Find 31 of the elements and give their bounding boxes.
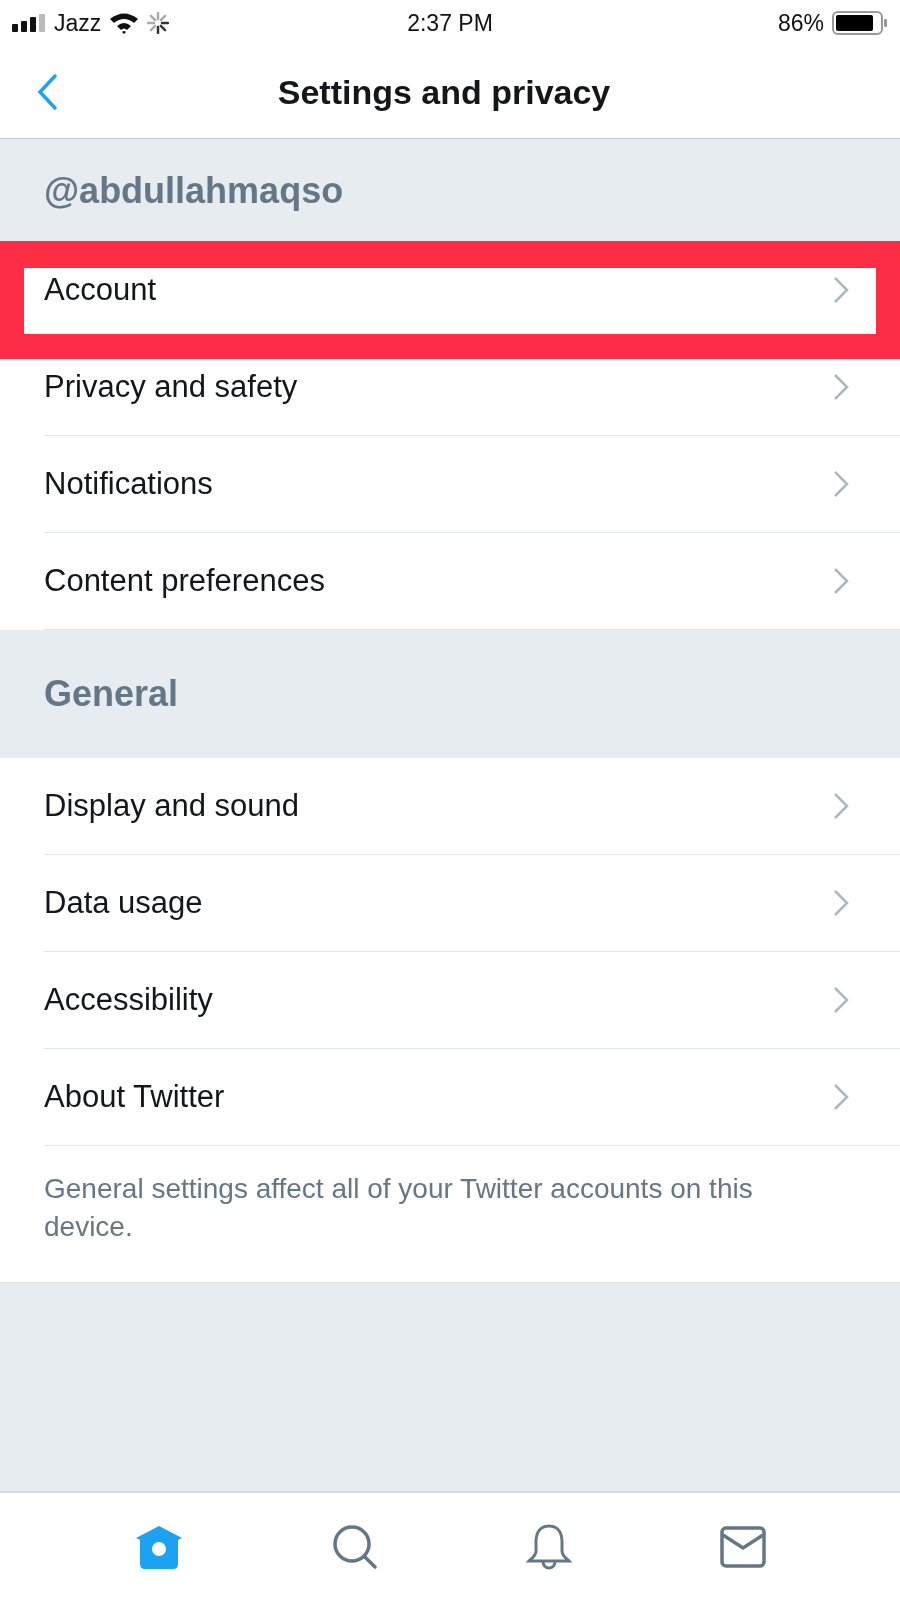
settings-row[interactable]: Account	[44, 242, 900, 339]
carrier-name: Jazz	[54, 9, 102, 37]
settings-row[interactable]: Data usage	[44, 855, 900, 952]
back-icon	[36, 73, 58, 111]
chevron-icon	[832, 985, 850, 1015]
chevron-icon	[832, 791, 850, 821]
clock-time: 2:37 PM	[406, 9, 494, 37]
battery-icon	[832, 11, 888, 35]
settings-row[interactable]: Notifications	[44, 436, 900, 533]
settings-row[interactable]: Privacy and safety	[44, 339, 900, 436]
bell-icon	[526, 1522, 572, 1571]
loading-spinner-icon	[147, 12, 170, 34]
envelope-icon	[720, 1525, 766, 1568]
search-icon	[332, 1523, 378, 1570]
settings-row[interactable]: Display and sound	[44, 758, 900, 855]
settings-row[interactable]: Content preferences	[44, 533, 900, 630]
chevron-icon	[832, 566, 850, 596]
footnote-text: General settings affect all of your Twitter accounts on this device.	[44, 1172, 754, 1244]
settings-row[interactable]: Accessibility	[44, 952, 900, 1049]
chevron-icon	[832, 275, 850, 305]
chevron-icon	[832, 372, 850, 402]
signal-icon	[12, 14, 46, 32]
section-header: @abdullahmaqso	[44, 169, 344, 212]
battery-percentage: 86%	[777, 9, 824, 37]
page-title: Settings and privacy	[276, 72, 612, 112]
chevron-icon	[832, 1082, 850, 1112]
wifi-icon	[109, 12, 140, 34]
section-header: General	[44, 673, 179, 715]
chevron-icon	[832, 469, 850, 499]
home-icon	[134, 1523, 184, 1570]
chevron-icon	[832, 888, 850, 918]
